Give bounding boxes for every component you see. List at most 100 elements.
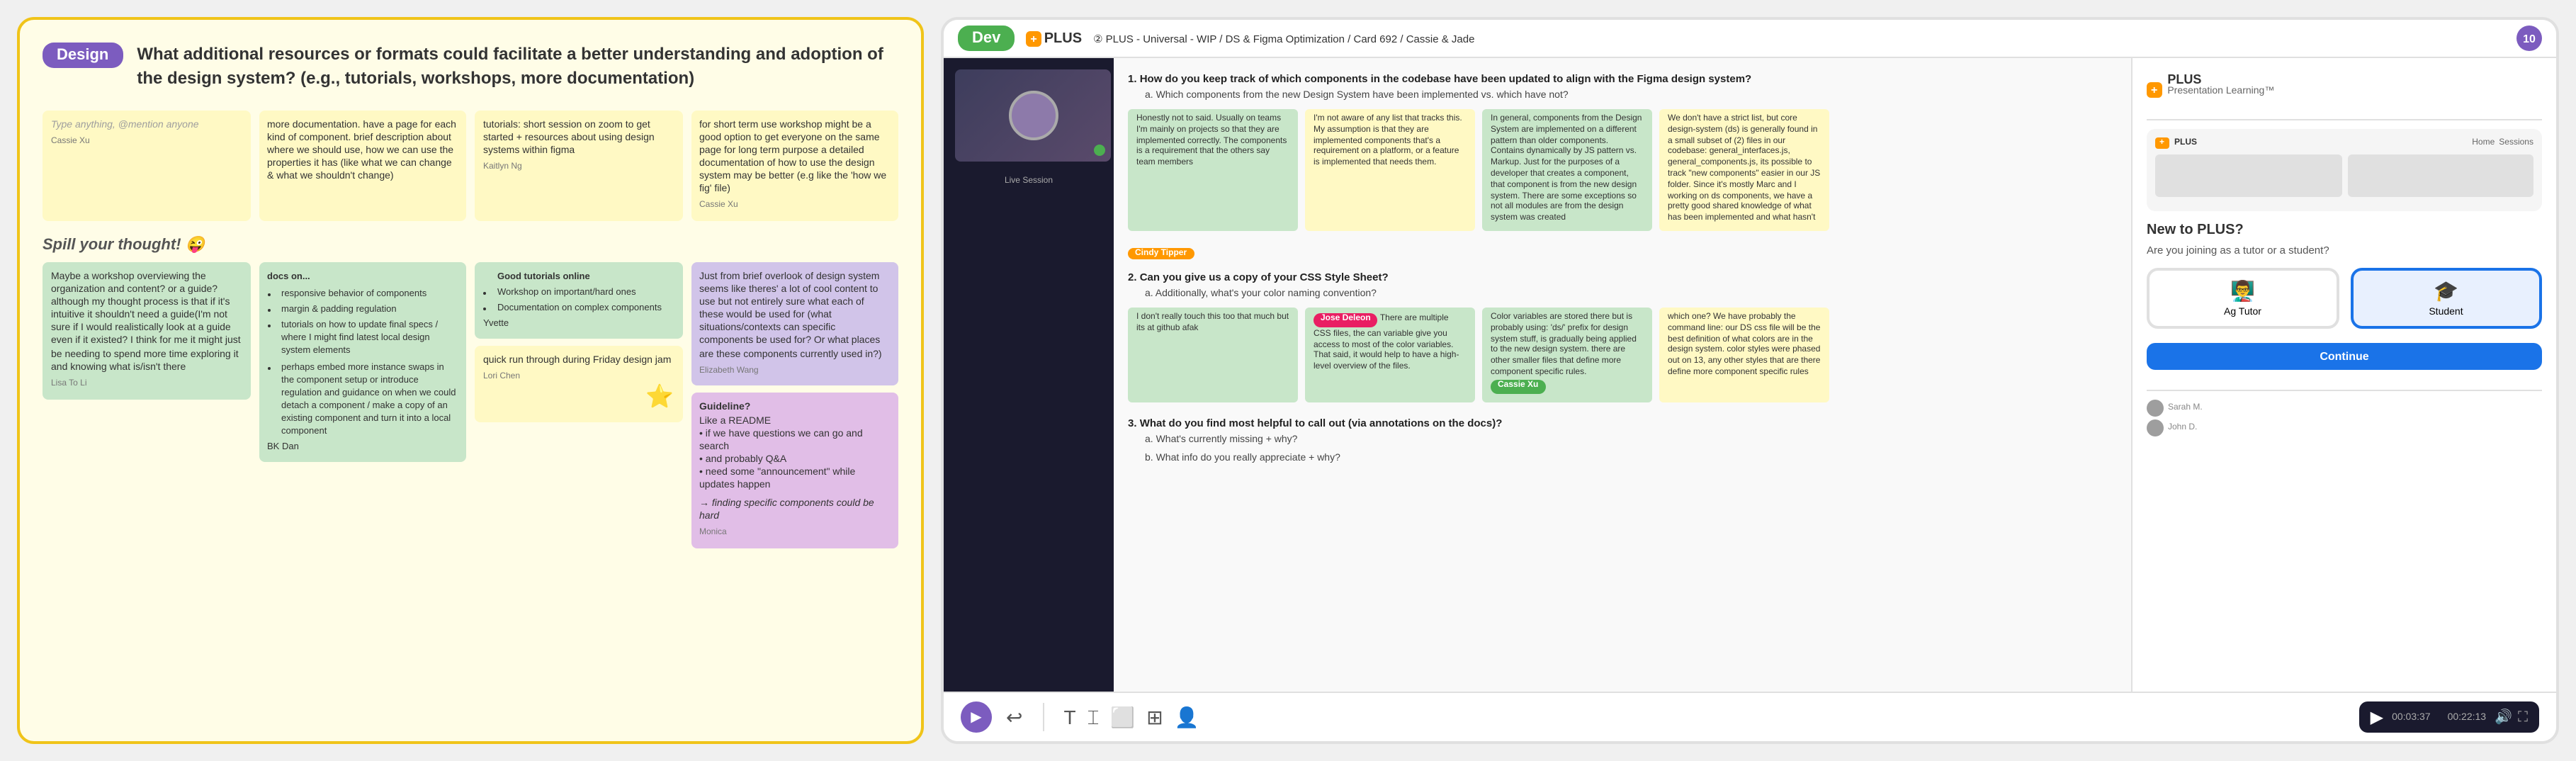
- name-tag-row: Cindy Tipper: [1128, 245, 2117, 262]
- mockup-nav: Home Sessions: [2472, 139, 2533, 147]
- design-panel: Design What additional resources or form…: [17, 17, 924, 744]
- mockup-content: [2155, 154, 2533, 197]
- design-badge: Design: [43, 43, 123, 68]
- volume-icon[interactable]: 🔊: [2495, 709, 2512, 725]
- sticky-row: Honestly not to said. Usually on teams I…: [1128, 109, 2117, 231]
- speaker-avatar: [1008, 91, 1058, 140]
- sticky-note: for short term use workshop might be a g…: [691, 110, 898, 221]
- logo: + PLUS: [1026, 30, 1082, 46]
- video-controls: 🔊 ⛶: [2495, 709, 2528, 725]
- user-avatar: [2147, 400, 2164, 417]
- mockup-plus-text: PLUS: [2174, 139, 2197, 147]
- annotation-tool[interactable]: ↩: [1006, 705, 1022, 729]
- sub-question: a. Which components from the new Design …: [1145, 91, 2117, 101]
- cassie-tag: Cassie Xu: [1491, 380, 1545, 394]
- continue-button[interactable]: Continue: [2147, 343, 2542, 370]
- mockup-card: [2155, 154, 2341, 197]
- topbar-right: 10: [2516, 26, 2542, 51]
- jose-tag: Jose Deleon: [1314, 313, 1378, 327]
- dev-badge: Dev: [958, 26, 1015, 51]
- plus-logo: +: [2147, 82, 2162, 98]
- user-list: Sarah M. John D.: [2147, 400, 2542, 436]
- video-sidebar: Live Session: [944, 58, 1114, 692]
- sub-question-a: a. What's currently missing + why?: [1145, 434, 2117, 444]
- student-role-card[interactable]: 🎓 Student: [2350, 268, 2542, 329]
- column-3: Good tutorials online Workshop on import…: [475, 262, 682, 548]
- toolbar-icons: T ⌶ ⬜ ⊞ 👤: [1063, 705, 1199, 729]
- right-content: Live Session 1. How do you keep track of…: [944, 58, 2556, 692]
- sticky-note: tutorials: short session on zoom to get …: [475, 110, 682, 221]
- tutor-icon: 👨‍🏫: [2158, 279, 2327, 303]
- sticky-note: Guideline? Like a README • if we have qu…: [691, 393, 898, 548]
- cursor-tool-icon[interactable]: ⌶: [1088, 705, 1100, 729]
- design-question: What additional resources or formats cou…: [137, 43, 898, 90]
- question-2: 2. Can you give us a copy of your CSS St…: [1128, 271, 2117, 402]
- column-2: docs on... responsive behavior of compon…: [259, 262, 466, 548]
- mini-sticky: I don't really touch this too that much …: [1128, 308, 1298, 402]
- question-1: 1. How do you keep track of which compon…: [1128, 72, 2117, 231]
- section-label: Spill your thought! 😜: [43, 235, 898, 254]
- question-text: 3. What do you find most helpful to call…: [1128, 416, 2117, 429]
- column-4: Just from brief overlook of design syste…: [691, 262, 898, 548]
- column-1: Maybe a workshop overviewing the organiz…: [43, 262, 250, 548]
- sticky-note: quick run through during Friday design j…: [475, 346, 682, 422]
- question-text: 2. Can you give us a copy of your CSS St…: [1128, 271, 2117, 283]
- mini-sticky: We don't have a strict list, but core de…: [1659, 109, 1829, 231]
- table-tool-icon[interactable]: ⊞: [1146, 705, 1163, 729]
- sticky-note: Maybe a workshop overviewing the organiz…: [43, 262, 250, 399]
- mini-sticky: Jose Deleon There are multiple CSS files…: [1305, 308, 1475, 402]
- mockup-topbar: + PLUS Home Sessions: [2155, 137, 2533, 149]
- divider: [2147, 390, 2542, 391]
- plus-title-text: PLUS Presentation Learning™: [2167, 72, 2274, 108]
- bottom-sticky-grid: Maybe a workshop overviewing the organiz…: [43, 262, 898, 548]
- dev-panel: Dev + PLUS ② PLUS - Universal - WIP / DS…: [941, 17, 2559, 744]
- tutor-role-card[interactable]: 👨‍🏫 Ag Tutor: [2147, 268, 2339, 329]
- cindy-tag: Cindy Tipper: [1128, 248, 1194, 259]
- mini-sticky: Honestly not to said. Usually on teams I…: [1128, 109, 1298, 231]
- mini-sticky: I'm not aware of any list that tracks th…: [1305, 109, 1475, 231]
- sticky-note: docs on... responsive behavior of compon…: [259, 262, 466, 462]
- user-avatar: [2147, 419, 2164, 436]
- sticky-row: I don't really touch this too that much …: [1128, 308, 2117, 402]
- text-tool-icon[interactable]: T: [1063, 706, 1075, 728]
- fullscreen-icon[interactable]: ⛶: [2518, 709, 2528, 725]
- mini-sticky: which one? We have probably the command …: [1659, 308, 1829, 402]
- sticky-note: Good tutorials online Workshop on import…: [475, 262, 682, 339]
- role-options[interactable]: 👨‍🏫 Ag Tutor 🎓 Student: [2147, 268, 2542, 329]
- video-label: Live Session: [955, 177, 1102, 186]
- panel-header: Design What additional resources or form…: [43, 43, 898, 90]
- video-current-time: 00:03:37: [2392, 712, 2431, 722]
- mockup-logo: +: [2155, 137, 2169, 149]
- star-icon: ⭐: [645, 384, 674, 414]
- play-button[interactable]: ▶: [961, 701, 992, 733]
- sub-question: a. Additionally, what's your color namin…: [1145, 289, 2117, 299]
- sticky-note: Type anything, @mention anyone Cassie Xu: [43, 110, 250, 221]
- video-play-btn[interactable]: ▶: [2371, 707, 2383, 727]
- plus-sidebar: + PLUS Presentation Learning™ + PLUS Hom…: [2131, 58, 2556, 692]
- live-indicator: [1094, 145, 1105, 156]
- join-question: Are you joining as a tutor or a student?: [2147, 244, 2542, 257]
- separator: [1042, 703, 1044, 731]
- sticky-note: Just from brief overlook of design syste…: [691, 262, 898, 386]
- ui-mockup: + PLUS Home Sessions: [2147, 129, 2542, 211]
- frame-tool-icon[interactable]: ⬜: [1110, 705, 1135, 729]
- bottom-toolbar: ▶ ↩ T ⌶ ⬜ ⊞ 👤 ▶ 00:03:37 00:22:13 🔊 ⛶: [944, 692, 2556, 741]
- question-text: 1. How do you keep track of which compon…: [1128, 72, 2117, 85]
- video-player: ▶ 00:03:37 00:22:13 🔊 ⛶: [2359, 701, 2539, 733]
- student-icon: 🎓: [2361, 279, 2531, 303]
- video-total-time: 00:22:13: [2448, 712, 2487, 722]
- top-sticky-grid: Type anything, @mention anyone Cassie Xu…: [43, 110, 898, 221]
- divider: [2147, 119, 2542, 120]
- avatar: 10: [2516, 26, 2542, 51]
- mini-sticky: Color variables are stored there but is …: [1482, 308, 1652, 402]
- sub-question-b: b. What info do you really appreciate + …: [1145, 453, 2117, 463]
- mini-sticky: In general, components from the Design S…: [1482, 109, 1652, 231]
- sticky-note: more documentation. have a page for each…: [259, 110, 466, 221]
- person-tool-icon[interactable]: 👤: [1175, 705, 1199, 729]
- topbar: Dev + PLUS ② PLUS - Universal - WIP / DS…: [944, 20, 2556, 58]
- user-list-content: Sarah M. John D.: [2147, 400, 2203, 436]
- plus-header: + PLUS Presentation Learning™: [2147, 72, 2542, 108]
- breadcrumb: ② PLUS - Universal - WIP / DS & Figma Op…: [1093, 32, 1474, 45]
- new-to-plus-heading: New to PLUS?: [2147, 222, 2542, 238]
- video-thumbnail: [955, 69, 1111, 162]
